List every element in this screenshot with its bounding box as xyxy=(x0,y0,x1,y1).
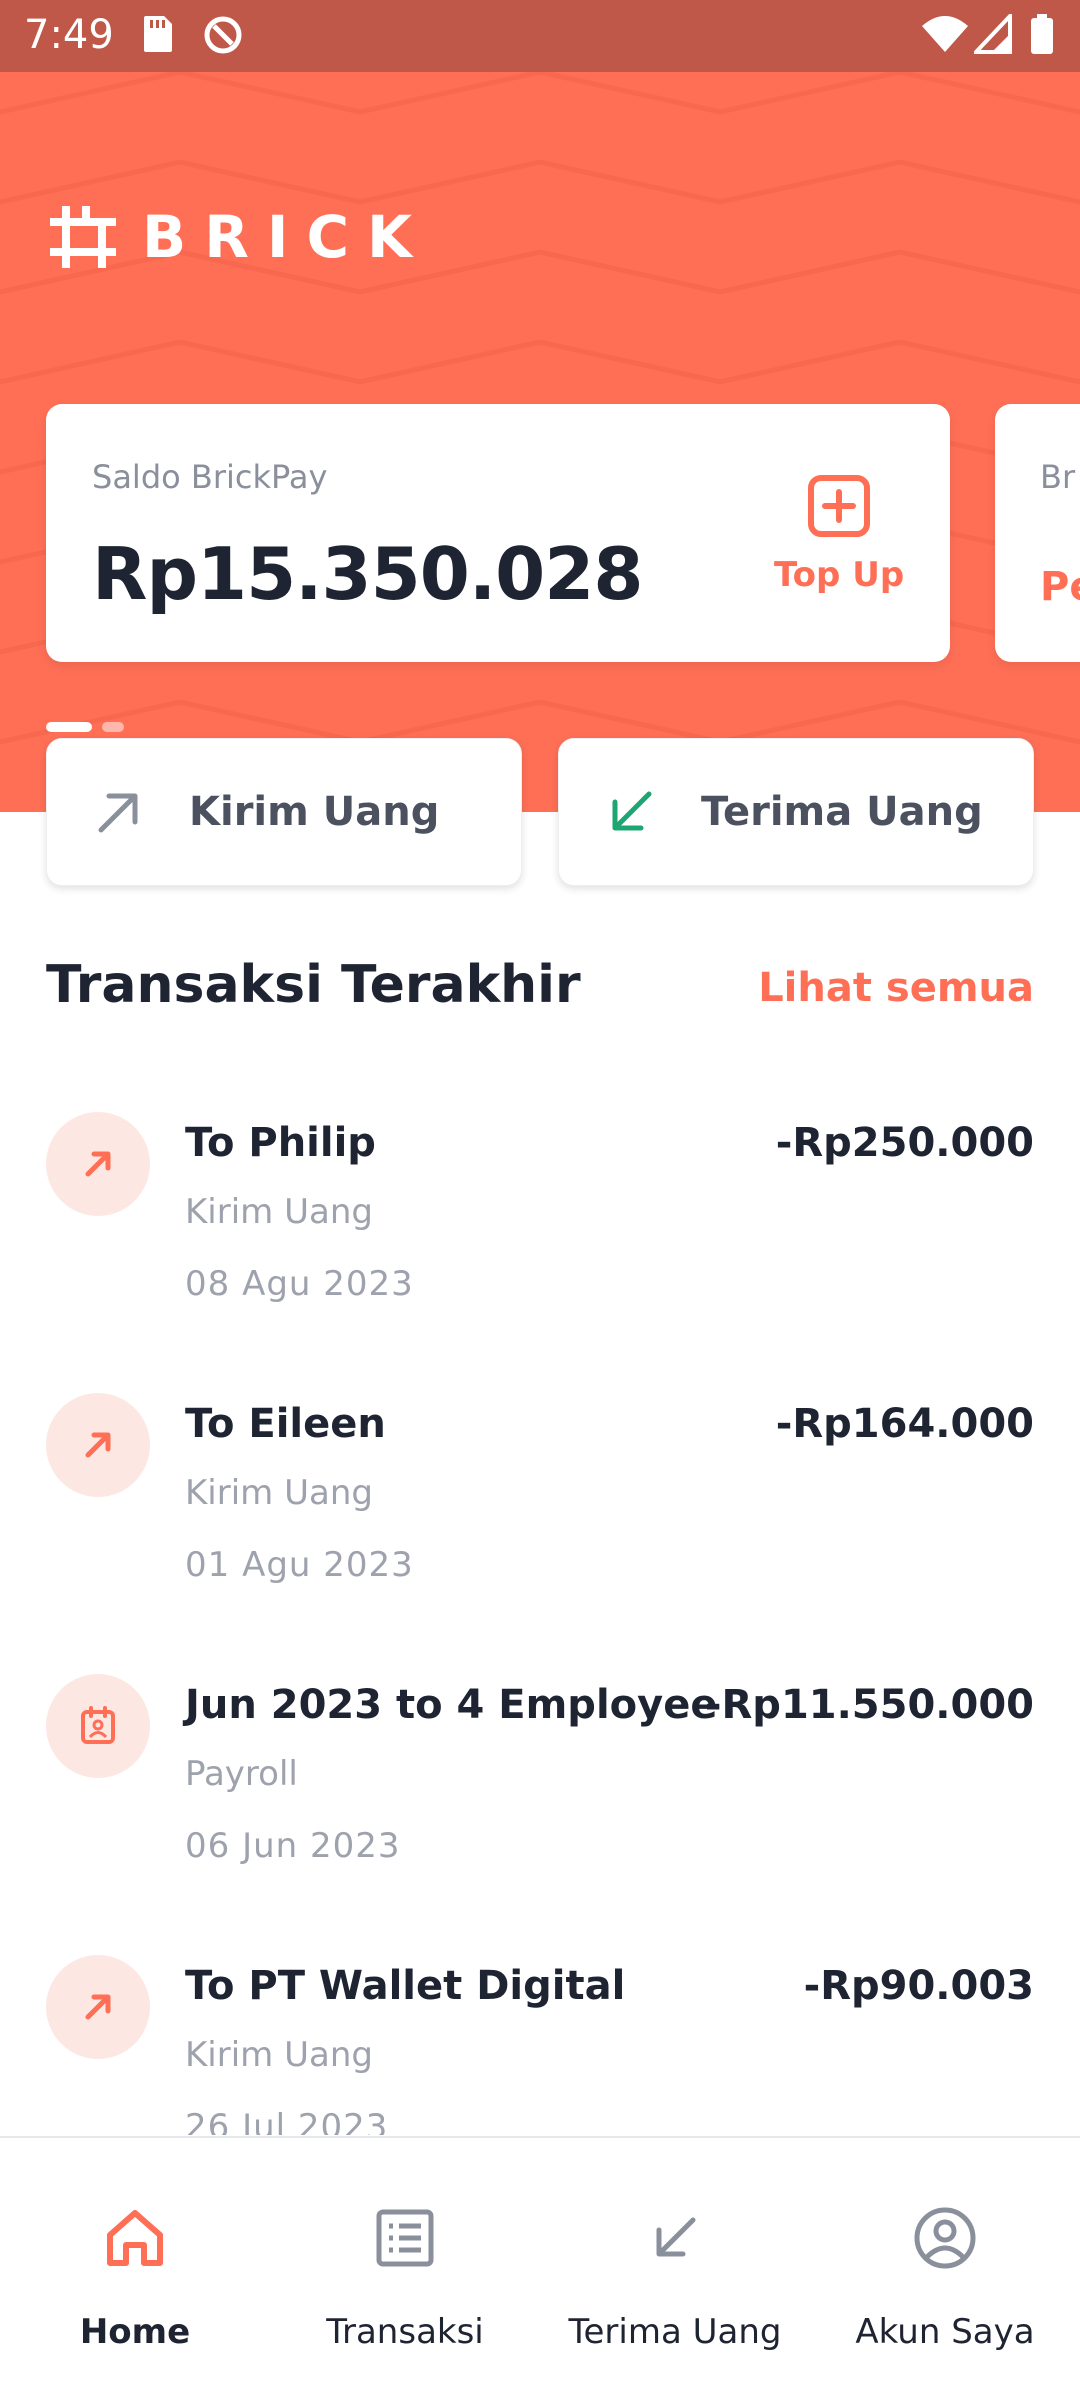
brick-logo-icon xyxy=(50,206,116,268)
top-up-button[interactable]: Top Up xyxy=(774,474,904,595)
top-up-label: Top Up xyxy=(774,555,905,595)
arrow-down-left-icon xyxy=(612,791,652,831)
bottom-navigation: Home Transaksi Terima Uang Akun Saya xyxy=(0,2136,1080,2400)
arrow-up-right-icon xyxy=(98,793,138,833)
transaction-type: Kirim Uang xyxy=(185,1192,373,1232)
transaction-type: Kirim Uang xyxy=(185,1473,373,1513)
wifi-icon xyxy=(922,14,968,59)
see-all-link[interactable]: Lihat semua xyxy=(758,965,1034,1011)
battery-icon xyxy=(1030,14,1054,61)
carousel-dot-active[interactable] xyxy=(46,722,92,732)
transaction-item[interactable]: To Eileen Kirim Uang 01 Agu 2023 -Rp164.… xyxy=(0,1393,1080,1643)
nav-account-label: Akun Saya xyxy=(855,2312,1035,2352)
nav-home-label: Home xyxy=(79,2312,191,2352)
nav-account[interactable]: Akun Saya xyxy=(810,2198,1080,2352)
receive-money-label: Terima Uang xyxy=(701,789,983,835)
carousel-indicator xyxy=(46,722,134,732)
transaction-amount: -Rp90.003 xyxy=(803,1963,1034,2009)
transaction-date: 08 Agu 2023 xyxy=(185,1264,414,1304)
brick-logo: BRICK xyxy=(46,202,430,272)
transaction-title: To PT Wallet Digital xyxy=(185,1963,626,2009)
transaction-item[interactable]: Jun 2023 to 4 Employee Payroll 06 Jun 20… xyxy=(0,1674,1080,1924)
send-money-label: Kirim Uang xyxy=(189,789,440,835)
transaction-date: 06 Jun 2023 xyxy=(185,1826,401,1866)
secondary-card-value: Pe xyxy=(1040,564,1080,610)
vpn-icon xyxy=(202,14,244,61)
home-icon xyxy=(0,2198,270,2278)
arrow-down-left-icon xyxy=(540,2198,810,2278)
transaction-type: Payroll xyxy=(185,1754,298,1794)
send-money-button[interactable]: Kirim Uang xyxy=(46,738,522,886)
transaction-date: 26 Jul 2023 xyxy=(185,2107,389,2135)
nav-transactions[interactable]: Transaksi xyxy=(270,2198,540,2352)
recent-transactions-title: Transaksi Terakhir xyxy=(46,955,581,1015)
transaction-title: To Eileen xyxy=(185,1401,386,1447)
transaction-amount: -Rp11.550.000 xyxy=(704,1682,1034,1728)
transaction-title: Jun 2023 to 4 Employee xyxy=(185,1682,718,1728)
nav-receive-money[interactable]: Terima Uang xyxy=(540,2198,810,2352)
nav-home[interactable]: Home xyxy=(0,2198,270,2352)
payroll-badge-icon xyxy=(46,1674,150,1778)
sd-card-icon xyxy=(140,14,176,59)
transaction-amount: -Rp250.000 xyxy=(775,1120,1034,1166)
arrow-up-right-icon xyxy=(46,1955,150,2059)
arrow-up-right-icon xyxy=(46,1393,150,1497)
receive-money-button[interactable]: Terima Uang xyxy=(558,738,1034,886)
signal-icon xyxy=(971,10,1012,59)
transaction-date: 01 Agu 2023 xyxy=(185,1545,414,1585)
balance-card[interactable]: Saldo BrickPay Rp15.350.028 Top Up xyxy=(46,404,950,662)
carousel-dot[interactable] xyxy=(102,722,124,732)
status-time: 7:49 xyxy=(24,12,114,58)
arrow-up-right-icon xyxy=(46,1112,150,1216)
plus-square-icon xyxy=(808,475,870,537)
transaction-item[interactable]: To Philip Kirim Uang 08 Agu 2023 -Rp250.… xyxy=(0,1112,1080,1362)
account-icon xyxy=(810,2198,1080,2278)
transaction-title: To Philip xyxy=(185,1120,376,1166)
nav-receive-money-label: Terima Uang xyxy=(568,2312,782,2352)
hero-banner: BRICK Saldo BrickPay Rp15.350.028 Top Up… xyxy=(0,72,1080,812)
balance-amount: Rp15.350.028 xyxy=(92,532,643,616)
transaction-type: Kirim Uang xyxy=(185,2035,373,2075)
secondary-card[interactable]: Br Pe xyxy=(995,404,1080,662)
nav-transactions-label: Transaksi xyxy=(326,2312,484,2352)
balance-label: Saldo BrickPay xyxy=(92,458,328,496)
transaction-item[interactable]: To PT Wallet Digital Kirim Uang 26 Jul 2… xyxy=(0,1955,1080,2135)
transaction-amount: -Rp164.000 xyxy=(775,1401,1034,1447)
brand-name: BRICK xyxy=(142,203,430,271)
list-icon xyxy=(270,2198,540,2278)
status-bar: 7:49 xyxy=(0,0,1080,72)
secondary-card-label: Br xyxy=(1040,458,1076,496)
